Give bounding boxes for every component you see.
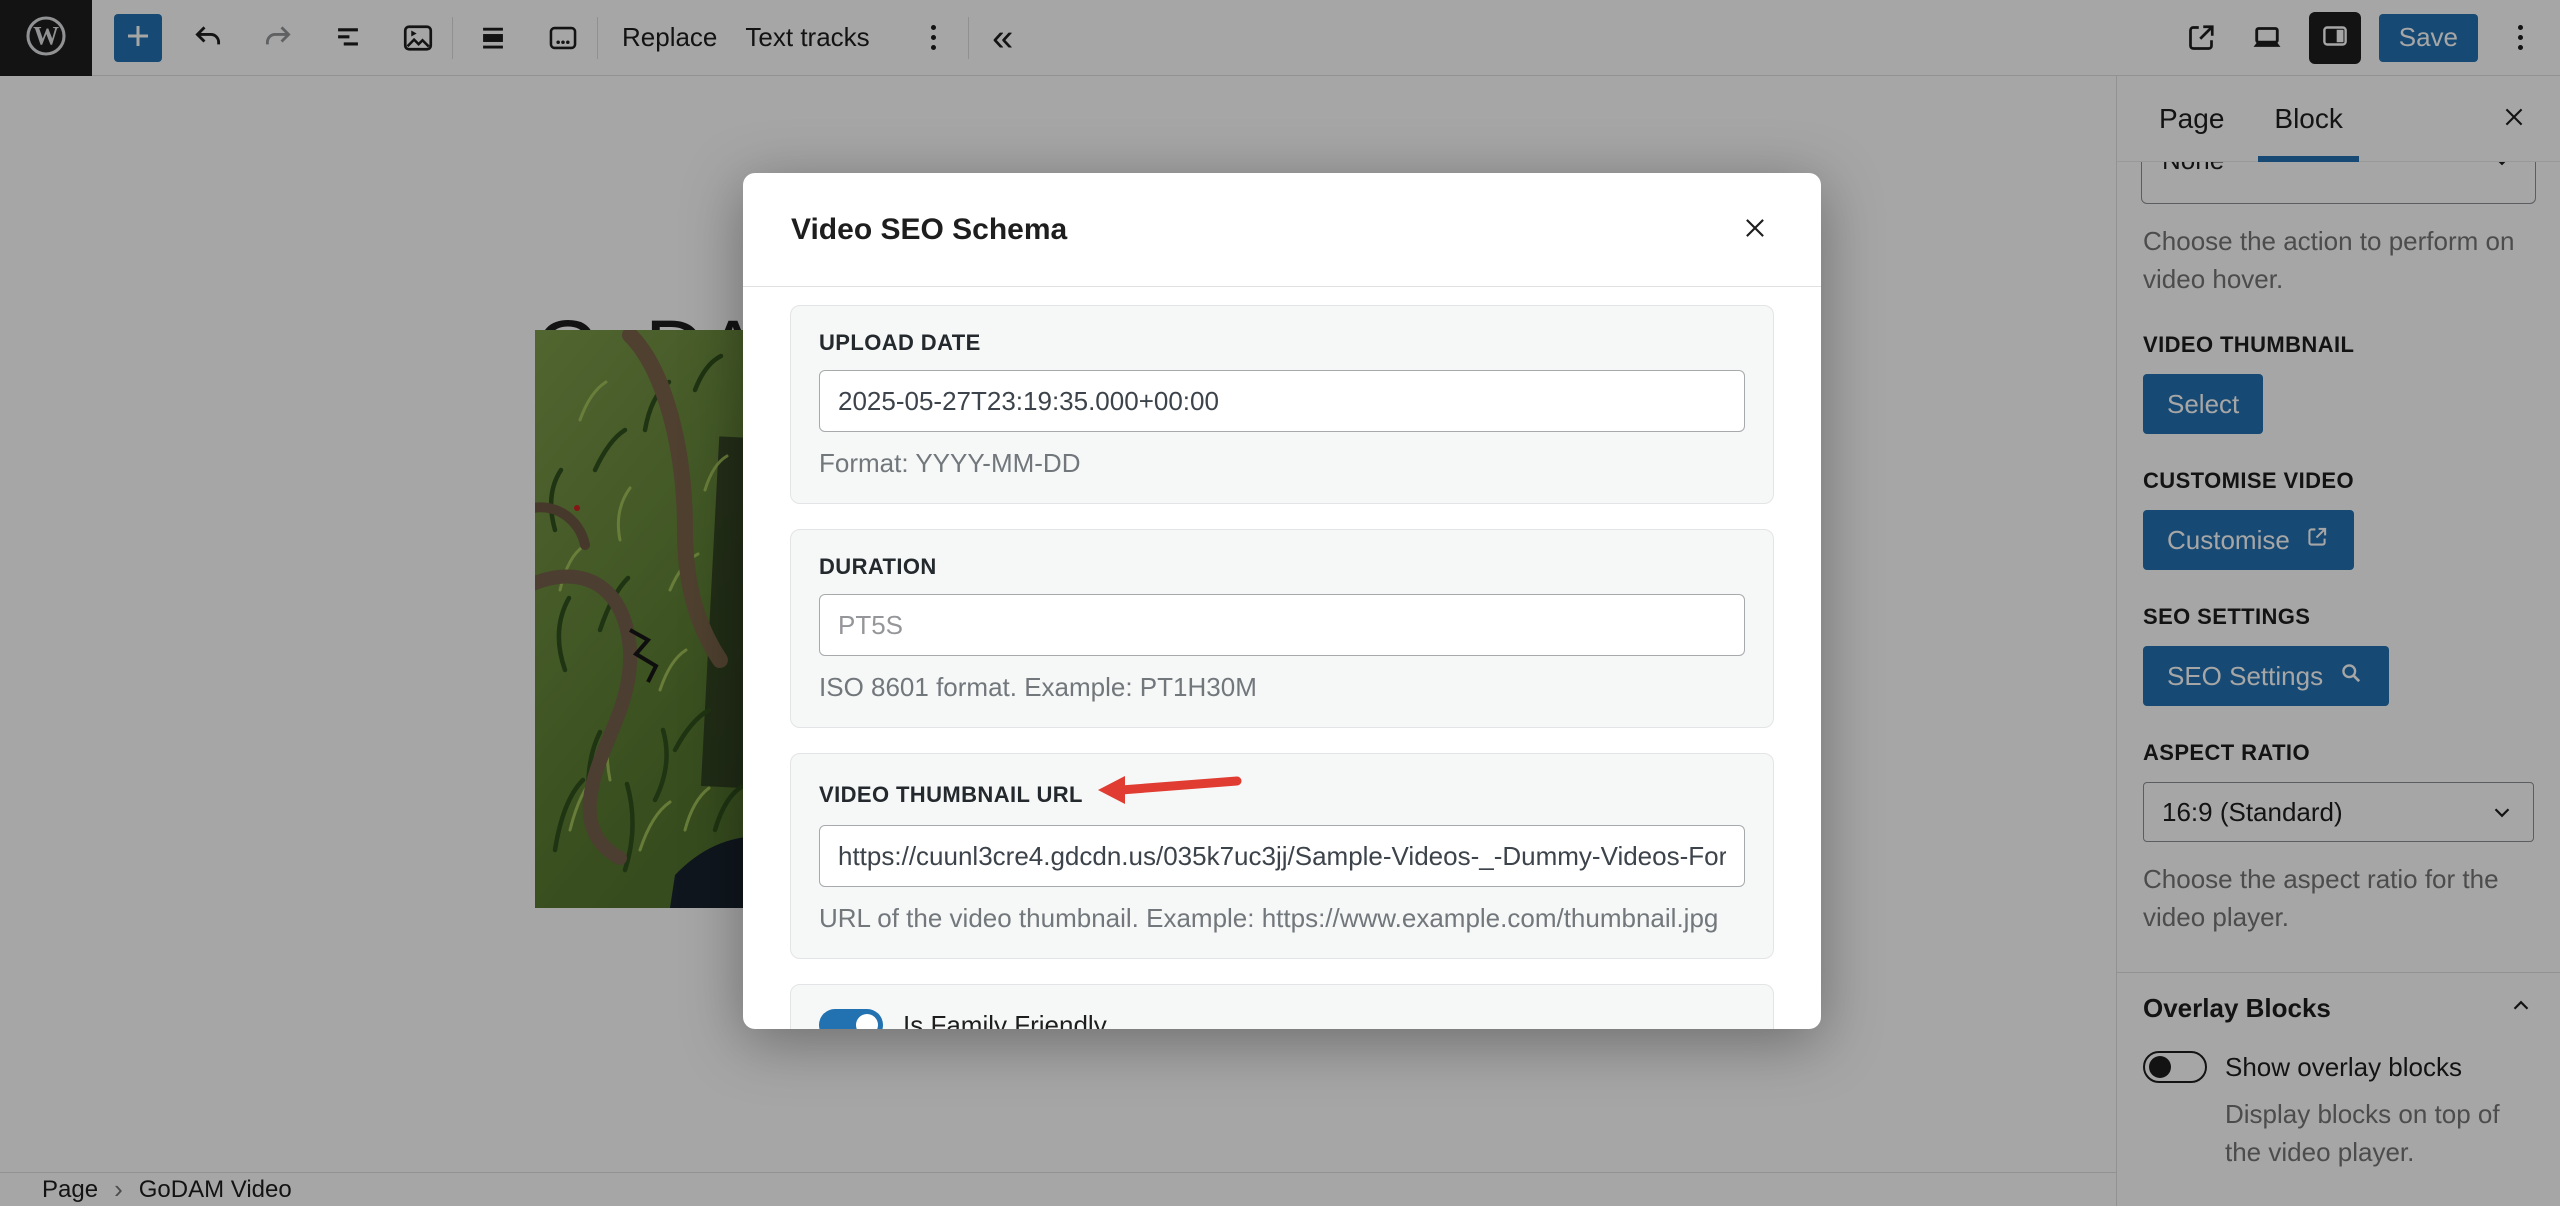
- wordpress-editor-screen: W: [0, 0, 2560, 1206]
- duration-section: DURATION ISO 8601 format. Example: PT1H3…: [790, 529, 1774, 728]
- modal-header: Video SEO Schema: [743, 173, 1821, 287]
- family-friendly-toggle[interactable]: [819, 1009, 883, 1029]
- video-seo-schema-modal: Video SEO Schema UPLOAD DATE Format: YYY…: [743, 173, 1821, 1029]
- close-modal-button[interactable]: [1731, 206, 1779, 254]
- upload-date-label: UPLOAD DATE: [819, 330, 981, 356]
- video-thumbnail-url-label: VIDEO THUMBNAIL URL: [819, 782, 1083, 808]
- upload-date-help: Format: YYYY-MM-DD: [819, 448, 1745, 479]
- modal-title: Video SEO Schema: [791, 213, 1067, 247]
- upload-date-section: UPLOAD DATE Format: YYYY-MM-DD: [790, 305, 1774, 504]
- modal-body: UPLOAD DATE Format: YYYY-MM-DD DURATION …: [743, 287, 1821, 1029]
- family-friendly-label: Is Family Friendly: [903, 1007, 1344, 1029]
- upload-date-input[interactable]: [819, 370, 1745, 432]
- close-icon: [1740, 213, 1770, 246]
- family-friendly-section: Is Family Friendly Is the video suitable…: [790, 984, 1774, 1029]
- duration-help: ISO 8601 format. Example: PT1H30M: [819, 672, 1745, 703]
- duration-input[interactable]: [819, 594, 1745, 656]
- duration-label: DURATION: [819, 554, 937, 580]
- video-thumbnail-url-input[interactable]: [819, 825, 1745, 887]
- video-thumbnail-url-section: VIDEO THUMBNAIL URL URL of the video thu…: [790, 753, 1774, 959]
- red-annotation-arrow-icon: [1095, 770, 1245, 811]
- video-thumbnail-url-help: URL of the video thumbnail. Example: htt…: [819, 903, 1745, 934]
